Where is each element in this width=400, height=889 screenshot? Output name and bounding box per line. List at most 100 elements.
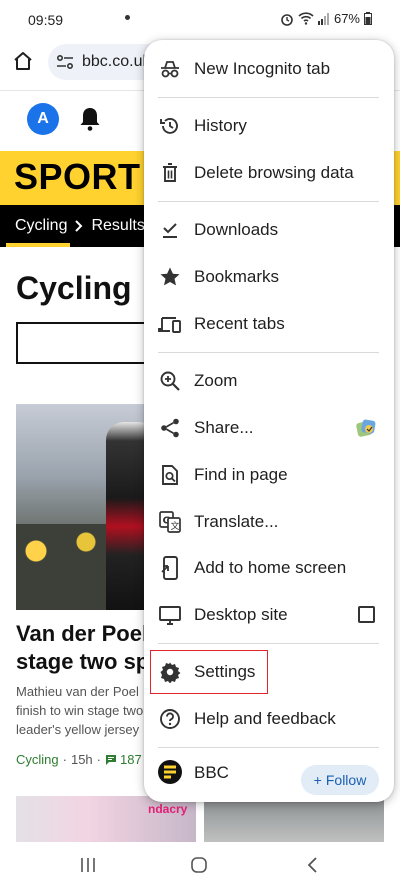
summary-line-3: leader's yellow jersey	[16, 722, 140, 737]
article-thumbnail[interactable]: ndacry	[16, 796, 196, 842]
menu-item-translate[interactable]: G文 Translate...	[144, 499, 394, 545]
zoom-icon	[158, 369, 182, 393]
menu-item-bbc-follow: BBC + Follow	[144, 749, 394, 797]
recents-button[interactable]	[78, 856, 102, 876]
status-icons: 67%	[280, 11, 372, 26]
trash-icon	[158, 161, 182, 185]
menu-label: Find in page	[194, 465, 288, 484]
menu-label: Share...	[194, 418, 254, 437]
notifications-button[interactable]	[78, 106, 102, 137]
find-icon	[158, 463, 182, 487]
avatar[interactable]: A	[27, 103, 59, 135]
menu-divider	[158, 747, 379, 748]
devices-icon	[158, 312, 182, 336]
menu-item-zoom[interactable]: Zoom	[144, 358, 394, 404]
battery-percent: 67%	[333, 11, 360, 26]
incognito-icon	[158, 57, 182, 81]
menu-label: Translate...	[194, 512, 279, 531]
follow-button[interactable]: + Follow	[301, 765, 379, 795]
menu-item-add-to-home-screen[interactable]: Add to home screen	[144, 545, 394, 591]
active-underline	[6, 243, 70, 247]
share-icon	[158, 416, 182, 440]
menu-item-new-incognito-tab[interactable]: New Incognito tab	[144, 46, 394, 92]
site-label: BBC	[194, 763, 229, 782]
search-input[interactable]	[16, 322, 156, 364]
wifi-icon	[298, 12, 314, 25]
summary-line-1: Mathieu van der Poel	[16, 684, 139, 699]
menu-item-find-in-page[interactable]: Find in page	[144, 452, 394, 498]
menu-label: Help and feedback	[194, 709, 336, 728]
screen: 09:59 67% bbc.co.uk A SPORT Cycling Resu…	[0, 0, 400, 889]
chevron-right-icon	[75, 220, 83, 232]
download-icon	[158, 218, 182, 242]
article-summary: Mathieu van der Poel finish to win stage…	[16, 682, 146, 739]
summary-line-2: finish to win stage two	[16, 703, 144, 718]
battery-icon	[364, 12, 372, 25]
back-icon	[307, 857, 317, 873]
plus-icon: +	[313, 772, 322, 788]
translate-icon: G文	[158, 510, 182, 534]
bbc-logo-icon	[158, 760, 182, 784]
help-icon	[158, 707, 182, 731]
back-button[interactable]	[303, 856, 327, 876]
recents-icon	[81, 858, 95, 872]
menu-label: History	[194, 116, 247, 135]
status-time: 09:59	[28, 12, 64, 28]
menu-divider	[158, 643, 379, 644]
page-title: Cycling	[16, 270, 132, 306]
menu-item-bookmarks[interactable]: Bookmarks	[144, 254, 394, 300]
section-title[interactable]: SPORT	[14, 156, 141, 198]
url-text: bbc.co.uk	[82, 53, 151, 70]
article-headline[interactable]: Van der Poel stage two sp	[16, 620, 146, 676]
desktop-site-checkbox[interactable]	[358, 606, 375, 623]
add-home-icon	[158, 556, 182, 580]
menu-item-recent-tabs[interactable]: Recent tabs	[144, 301, 394, 347]
menu-item-history[interactable]: History	[144, 103, 394, 149]
article-age: 15h	[70, 752, 93, 767]
home-icon	[14, 52, 32, 70]
image-crowd	[16, 524, 116, 610]
article-tag[interactable]: Cycling	[16, 752, 59, 767]
menu-label: Bookmarks	[194, 267, 280, 286]
site-settings-icon	[56, 54, 74, 70]
bell-icon	[80, 108, 100, 131]
menu-label: Delete browsing data	[194, 163, 354, 182]
share-app-icon	[354, 417, 378, 444]
menu-item-share[interactable]: Share...	[144, 405, 394, 451]
menu-label: Desktop site	[194, 605, 288, 624]
headline-line-1: Van der Poel	[16, 621, 146, 646]
menu-divider	[158, 352, 379, 353]
thumbnail-text: ndacry	[148, 802, 188, 816]
menu-divider	[158, 97, 379, 98]
article-meta: Cycling · 15h · 187	[16, 752, 142, 767]
menu-label: Recent tabs	[194, 314, 285, 333]
breadcrumb-results[interactable]: Results	[91, 217, 144, 235]
menu-item-help-and-feedback[interactable]: Help and feedback	[144, 696, 394, 742]
svg-text:文: 文	[171, 520, 180, 532]
menu-divider	[158, 201, 379, 202]
alarm-icon	[281, 13, 293, 26]
settings-highlight-box	[150, 650, 268, 694]
circle-home-icon	[191, 857, 207, 873]
system-home-button[interactable]	[189, 856, 213, 876]
star-icon	[158, 265, 182, 289]
menu-label: Downloads	[194, 220, 279, 239]
menu-item-downloads[interactable]: Downloads	[144, 207, 394, 253]
comments-link[interactable]: 187	[105, 752, 142, 767]
menu-item-delete-browsing-data[interactable]: Delete browsing data	[144, 150, 394, 196]
desktop-icon	[158, 603, 182, 627]
menu-item-desktop-site[interactable]: Desktop site	[144, 592, 394, 638]
follow-label: Follow	[325, 772, 367, 788]
menu-label: New Incognito tab	[194, 59, 331, 78]
breadcrumb-cycling[interactable]: Cycling	[15, 217, 67, 235]
headline-line-2: stage two sp	[16, 649, 146, 674]
history-icon	[158, 114, 182, 138]
signal-icon	[317, 12, 329, 25]
comment-count: 187	[120, 752, 142, 767]
menu-label: Add to home screen	[194, 558, 347, 577]
article-thumbnail-2[interactable]	[204, 796, 384, 842]
home-button[interactable]	[12, 50, 36, 74]
article-image[interactable]	[16, 404, 146, 610]
comment-icon	[106, 754, 117, 765]
notification-dot	[125, 15, 130, 20]
